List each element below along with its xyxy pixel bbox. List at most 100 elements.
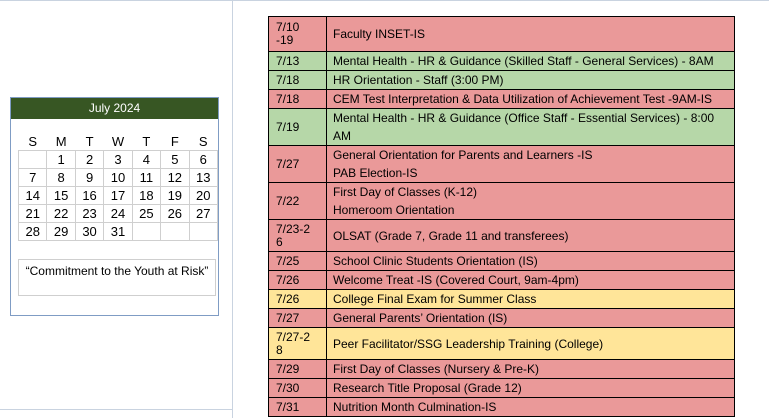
calendar-day-cell: 6 (188, 150, 219, 169)
calendar-day-cell: 1 (46, 150, 76, 169)
event-description-line: College Final Exam for Summer Class (333, 292, 537, 306)
event-description: Mental Health - HR & Guidance (Skilled S… (326, 51, 735, 71)
event-row: 7/19 Mental Health - HR & Guidance (Offic… (268, 108, 735, 146)
event-description-line: First Day of Classes (Nursery & Pre-K) (333, 362, 540, 376)
calendar-day-cell (17, 150, 48, 169)
event-row: 7/27 General Parents’ Orientation (IS) (268, 308, 735, 328)
event-description-line: PAB Election-IS (333, 166, 418, 180)
calendar-day-cell (160, 222, 190, 241)
event-row: 7/30 Research Title Proposal (Grade 12) (268, 378, 735, 398)
event-description: CEM Test Interpretation & Data Utilizati… (326, 89, 735, 109)
event-description: Nutrition Month Culmination-IS (326, 397, 735, 417)
calendar-week-row: 7 8 9 10 11 12 13 (17, 168, 219, 187)
event-description: Welcome Treat -IS (Covered Court, 9am-4p… (326, 270, 735, 290)
calendar-day-cell: 15 (46, 186, 76, 205)
event-description: Peer Facilitator/SSG Leadership Training… (326, 327, 735, 360)
event-row: 7/10 -19 Faculty INSET-IS (268, 16, 735, 52)
weekday-label: M (55, 134, 67, 149)
event-date: 7/25 (268, 251, 327, 271)
event-description-line: School Clinic Students Orientation (IS) (333, 254, 538, 268)
calendar-day-cell: 17 (103, 186, 133, 205)
event-description: First Day of Classes (K-12) Homeroom Orie… (326, 182, 735, 220)
event-description: Faculty INSET-IS (326, 16, 735, 52)
event-date: 7/18 (268, 89, 327, 109)
event-description: College Final Exam for Summer Class (326, 289, 735, 309)
event-description: School Clinic Students Orientation (IS) (326, 251, 735, 271)
calendar-day-cell: 14 (17, 186, 48, 205)
calendar-week-row: 123456 (17, 150, 219, 169)
calendar-panel: July 2024 S M T W T F S 1 2 3 4 5 6 7 8 9 10 11 12 13 14 15 16… (10, 97, 219, 316)
calendar-day-cell: 13 (188, 168, 219, 187)
calendar-day-cell: 22 (46, 204, 76, 223)
calendar-title: July 2024 (11, 98, 218, 119)
event-row: 7/22 First Day of Classes (K-12) Homeroom … (268, 182, 735, 220)
weekday-label: F (170, 134, 179, 149)
calendar-day-cell: 16 (74, 186, 105, 205)
event-date: 7/26 (268, 270, 327, 290)
calendar-day-cell: 4 (131, 150, 162, 169)
calendar-day-cell: 24 (103, 204, 133, 223)
calendar-day-cell: 30 (74, 222, 105, 241)
event-row: 7/18 CEM Test Interpretation & Data Utili… (268, 89, 735, 109)
calendar-day-cell: 29 (46, 222, 76, 241)
event-row: 7/26 Welcome Treat -IS (Covered Court, 9a… (268, 270, 735, 290)
calendar-day-cell: 28 (17, 222, 48, 241)
calendar-day-cell: 31 (103, 222, 133, 241)
motto-box: “Commitment to the Youth at Risk” (18, 259, 216, 296)
event-date: 7/27 (268, 308, 327, 328)
weekday-label: S (28, 134, 38, 149)
event-description-line: General Parents’ Orientation (IS) (333, 311, 508, 325)
calendar-day-cell: 26 (160, 204, 190, 223)
event-date: 7/10 -19 (268, 16, 327, 52)
event-description-line: OLSAT (Grade 7, Grade 11 and transferees… (333, 228, 569, 243)
calendar-day-cell: 10 (103, 168, 133, 187)
event-description: HR Orientation - Staff (3:00 PM) (326, 70, 735, 90)
event-description-line: Mental Health - HR & Guidance (Office St… (333, 111, 715, 143)
calendar-day-cell: 5 (160, 150, 190, 169)
event-row: 7/26 College Final Exam for Summer Class (268, 289, 735, 309)
column-divider (232, 0, 233, 418)
weekday-header-row: SMTWTFS (19, 133, 218, 151)
weekday-label: T (85, 134, 94, 149)
page-bottom-border (0, 409, 232, 410)
event-row: 7/31 Nutrition Month Culmination-IS (268, 397, 735, 417)
calendar-day-cell: 27 (188, 204, 219, 223)
weekday-label: S (198, 134, 208, 149)
event-row: 7/27 General Orientation for Parents and … (268, 145, 735, 183)
calendar-week-row: 21 22 23 24 25 26 27 (17, 204, 219, 223)
event-date: 7/26 (268, 289, 327, 309)
event-row: 7/25 School Clinic Students Orientation (… (268, 251, 735, 271)
event-description: OLSAT (Grade 7, Grade 11 and transferees… (326, 219, 735, 252)
event-date: 7/31 (268, 397, 327, 417)
event-row: 7/27-2 8 Peer Facilitator/SSG Leadership T… (268, 327, 735, 360)
event-description-line: First Day of Classes (K-12) (333, 185, 478, 199)
calendar-day-cell: 21 (17, 204, 48, 223)
calendar-week-row: 28 29 30 31 (17, 222, 219, 241)
calendar-day-cell: 23 (74, 204, 105, 223)
event-description-line: CEM Test Interpretation & Data Utilizati… (333, 92, 713, 106)
event-date: 7/13 (268, 51, 327, 71)
event-date: 7/29 (268, 359, 327, 379)
weekday-label: W (111, 134, 125, 149)
event-description-line: Mental Health - HR & Guidance (Skilled S… (333, 54, 714, 68)
event-date: 7/18 (268, 70, 327, 90)
event-row: 7/23-2 6 OLSAT (Grade 7, Grade 11 and tran… (268, 219, 735, 252)
event-description-line: Homeroom Orientation (333, 203, 455, 217)
event-date: 7/22 (268, 182, 327, 220)
event-row: 7/18 HR Orientation - Staff (3:00 PM) (268, 70, 735, 90)
event-description-line: Peer Facilitator/SSG Leadership Training… (333, 336, 604, 351)
event-description: Mental Health - HR & Guidance (Office St… (326, 108, 735, 146)
calendar-day-cell: 20 (188, 186, 219, 205)
calendar-day-cell: 3 (103, 150, 133, 169)
event-date: 7/27-2 8 (268, 327, 327, 360)
calendar-day-cell: 8 (46, 168, 76, 187)
event-description-line: HR Orientation - Staff (3:00 PM) (333, 73, 504, 87)
calendar-day-cell (131, 222, 162, 241)
event-description-line: Nutrition Month Culmination-IS (333, 400, 497, 414)
event-description-line: Research Title Proposal (Grade 12) (333, 381, 522, 395)
event-description-line: General Orientation for Parents and Lear… (333, 148, 593, 162)
events-table: 7/10 -19 Faculty INSET-IS 7/13 Mental Health… (268, 16, 735, 417)
event-description: General Parents’ Orientation (IS) (326, 308, 735, 328)
event-date: 7/30 (268, 378, 327, 398)
calendar-week-row: 14 15 16 17 18 19 20 (17, 186, 219, 205)
